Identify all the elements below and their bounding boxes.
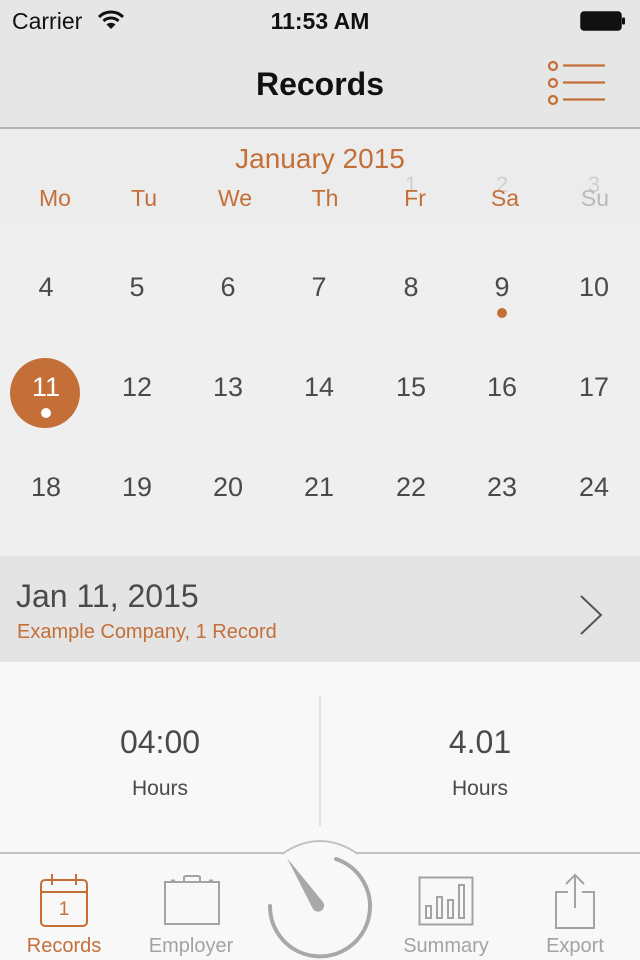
calendar-day[interactable]: 8 bbox=[365, 224, 457, 324]
calendar-day[interactable]: 22 bbox=[365, 424, 457, 524]
day-number: 11 bbox=[31, 372, 61, 402]
day-number: 19 bbox=[121, 472, 153, 502]
day-number: 4 bbox=[38, 272, 54, 302]
day-number: 21 bbox=[303, 472, 335, 502]
calendar-day[interactable]: 18 bbox=[0, 424, 92, 524]
calendar-day[interactable]: 23 bbox=[456, 424, 548, 524]
weekday-we: We bbox=[217, 185, 253, 211]
weekday-sa: Sa bbox=[490, 185, 520, 211]
calendar-day[interactable]: 17 bbox=[548, 324, 640, 424]
calendar-day[interactable]: 12 bbox=[91, 324, 183, 424]
status-time: 11:53 AM bbox=[270, 8, 370, 34]
tab-label: Summary bbox=[403, 935, 489, 957]
battery-icon bbox=[580, 11, 625, 31]
calendar-day[interactable]: 4 bbox=[0, 224, 92, 324]
day-number: 8 bbox=[403, 272, 419, 302]
calendar-day[interactable]: 19 bbox=[91, 424, 183, 524]
menu-button[interactable] bbox=[543, 56, 609, 110]
navigation-bar: Records bbox=[0, 40, 640, 129]
weekday-mo: Mo bbox=[39, 185, 71, 211]
day-number: 24 bbox=[578, 472, 610, 502]
calendar-day[interactable]: 15 bbox=[365, 324, 457, 424]
calendar-day[interactable]: 20 bbox=[182, 424, 274, 524]
tab-label: Records bbox=[26, 935, 102, 957]
calendar-day-selected[interactable]: 11 bbox=[0, 324, 92, 424]
selected-date-subtitle: Example Company, 1 Record bbox=[17, 621, 277, 643]
day-number: 5 bbox=[129, 272, 145, 302]
day-number: 14 bbox=[303, 372, 335, 402]
weekday-th: Th bbox=[311, 185, 339, 211]
day-number: 18 bbox=[30, 472, 62, 502]
record-indicator-dot bbox=[497, 308, 507, 318]
svg-text:1: 1 bbox=[59, 899, 70, 920]
calendar-icon: 1 bbox=[40, 874, 88, 927]
day-number: 22 bbox=[395, 472, 427, 502]
day-number: 10 bbox=[578, 272, 610, 302]
calendar-day[interactable]: 13 bbox=[182, 324, 274, 424]
day-number: 6 bbox=[220, 272, 236, 302]
stat-value: 4.01 bbox=[448, 724, 512, 760]
status-bar: Carrier 11:53 AM bbox=[0, 0, 640, 40]
stat-decimal-hours: 4.01 Hours bbox=[320, 724, 640, 801]
tab-export[interactable]: Export bbox=[525, 852, 625, 960]
day-number: 15 bbox=[395, 372, 427, 402]
day-number: 12 bbox=[121, 372, 153, 402]
selected-date: Jan 11, 2015 bbox=[16, 578, 199, 614]
stat-duration: 04:00 Hours bbox=[0, 724, 320, 801]
calendar-header: January 2015 1 2 3 Mo Tu We Th Fr Sa Su bbox=[0, 129, 640, 224]
tab-label: Employer bbox=[148, 935, 234, 957]
day-number: 23 bbox=[486, 472, 518, 502]
calendar-grid: 4 5 6 7 8 9 10 11 12 13 14 15 16 17 18 19 20 21 22 23 24 bbox=[0, 224, 640, 556]
calendar-day[interactable]: 10 bbox=[548, 224, 640, 324]
tab-label: Export bbox=[546, 935, 604, 957]
day-number: 13 bbox=[212, 372, 244, 402]
day-number: 7 bbox=[311, 272, 327, 302]
day-number: 17 bbox=[578, 372, 610, 402]
chevron-right-icon bbox=[580, 595, 603, 635]
day-number: 16 bbox=[486, 372, 518, 402]
hours-stats: 04:00 Hours 4.01 Hours bbox=[0, 662, 640, 852]
calendar-day[interactable]: 6 bbox=[182, 224, 274, 324]
weekday-tu: Tu bbox=[131, 185, 157, 211]
list-menu-icon bbox=[547, 60, 605, 106]
bar-chart-icon bbox=[418, 876, 474, 926]
calendar-day[interactable]: 9 bbox=[456, 224, 548, 324]
tab-summary[interactable]: Summary bbox=[396, 852, 496, 960]
stat-value: 04:00 bbox=[119, 724, 201, 760]
share-icon bbox=[555, 873, 595, 929]
stat-label: Hours bbox=[131, 777, 189, 800]
calendar-day[interactable]: 24 bbox=[548, 424, 640, 524]
calendar-day[interactable]: 14 bbox=[273, 324, 365, 424]
calendar-day[interactable]: 7 bbox=[273, 224, 365, 324]
calendar-day[interactable]: 16 bbox=[456, 324, 548, 424]
selected-day-summary-row[interactable]: Jan 11, 2015 Example Company, 1 Record bbox=[0, 556, 640, 662]
weekday-su: Su bbox=[580, 185, 610, 211]
tab-records[interactable]: 1 Records bbox=[14, 852, 114, 960]
day-number: 9 bbox=[494, 272, 510, 302]
briefcase-icon bbox=[164, 875, 220, 925]
calendar-day[interactable]: 5 bbox=[91, 224, 183, 324]
stopwatch-icon bbox=[267, 840, 372, 959]
stat-label: Hours bbox=[451, 777, 509, 800]
month-title: January 2015 bbox=[235, 143, 405, 174]
calendar-day[interactable]: 21 bbox=[273, 424, 365, 524]
day-number: 20 bbox=[212, 472, 244, 502]
start-timer-button[interactable] bbox=[262, 834, 378, 960]
tab-employer[interactable]: Employer bbox=[141, 852, 241, 960]
record-indicator-dot bbox=[41, 408, 51, 418]
weekday-fr: Fr bbox=[404, 185, 426, 211]
